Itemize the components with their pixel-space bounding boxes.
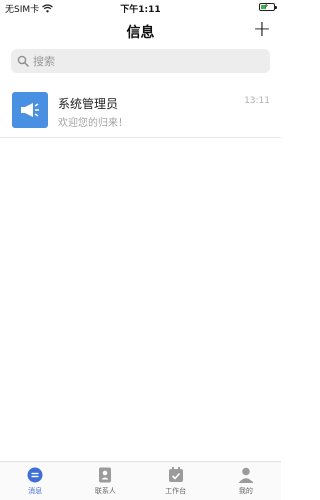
avatar — [12, 92, 48, 128]
conversation-preview: 欢迎您的归来！ — [58, 118, 128, 129]
conversation-item[interactable]: 系统管理员 欢迎您的归来！ 13:11 — [0, 86, 281, 138]
status-time: 下午1:11 — [120, 5, 161, 15]
tab-bar: 消息 联系人 工作台 我的 — [0, 461, 281, 500]
search-bar[interactable] — [11, 49, 270, 73]
tab-profile[interactable]: 我的 — [211, 462, 281, 500]
add-button[interactable]: + — [251, 19, 273, 41]
conversation-name: 系统管理员 — [58, 97, 119, 111]
workbench-icon — [168, 467, 183, 482]
tab-contacts[interactable]: 联系人 — [70, 462, 140, 500]
search-icon — [17, 55, 29, 67]
conversation-time: 13:11 — [244, 96, 270, 106]
megaphone-icon — [21, 103, 39, 117]
conversation-list: 系统管理员 欢迎您的归来！ 13:11 — [0, 86, 281, 138]
tab-workbench[interactable]: 工作台 — [141, 462, 211, 500]
tab-label: 工作台 — [165, 487, 187, 495]
tab-label: 联系人 — [94, 487, 116, 495]
profile-icon — [238, 467, 254, 483]
battery-icon: ⚡ — [259, 2, 277, 11]
message-icon — [27, 467, 43, 483]
contacts-icon — [99, 467, 112, 483]
page-title: 信息 — [126, 25, 155, 41]
status-right: ⚡ — [259, 2, 277, 11]
tab-label: 消息 — [28, 487, 43, 495]
search-input[interactable] — [33, 54, 253, 68]
status-bar: 无SIM卡 下午1:11 ⚡ — [0, 0, 281, 16]
nav-bar: 信息 + — [0, 16, 281, 46]
tab-messages[interactable]: 消息 — [0, 462, 70, 500]
tab-label: 我的 — [238, 487, 253, 495]
